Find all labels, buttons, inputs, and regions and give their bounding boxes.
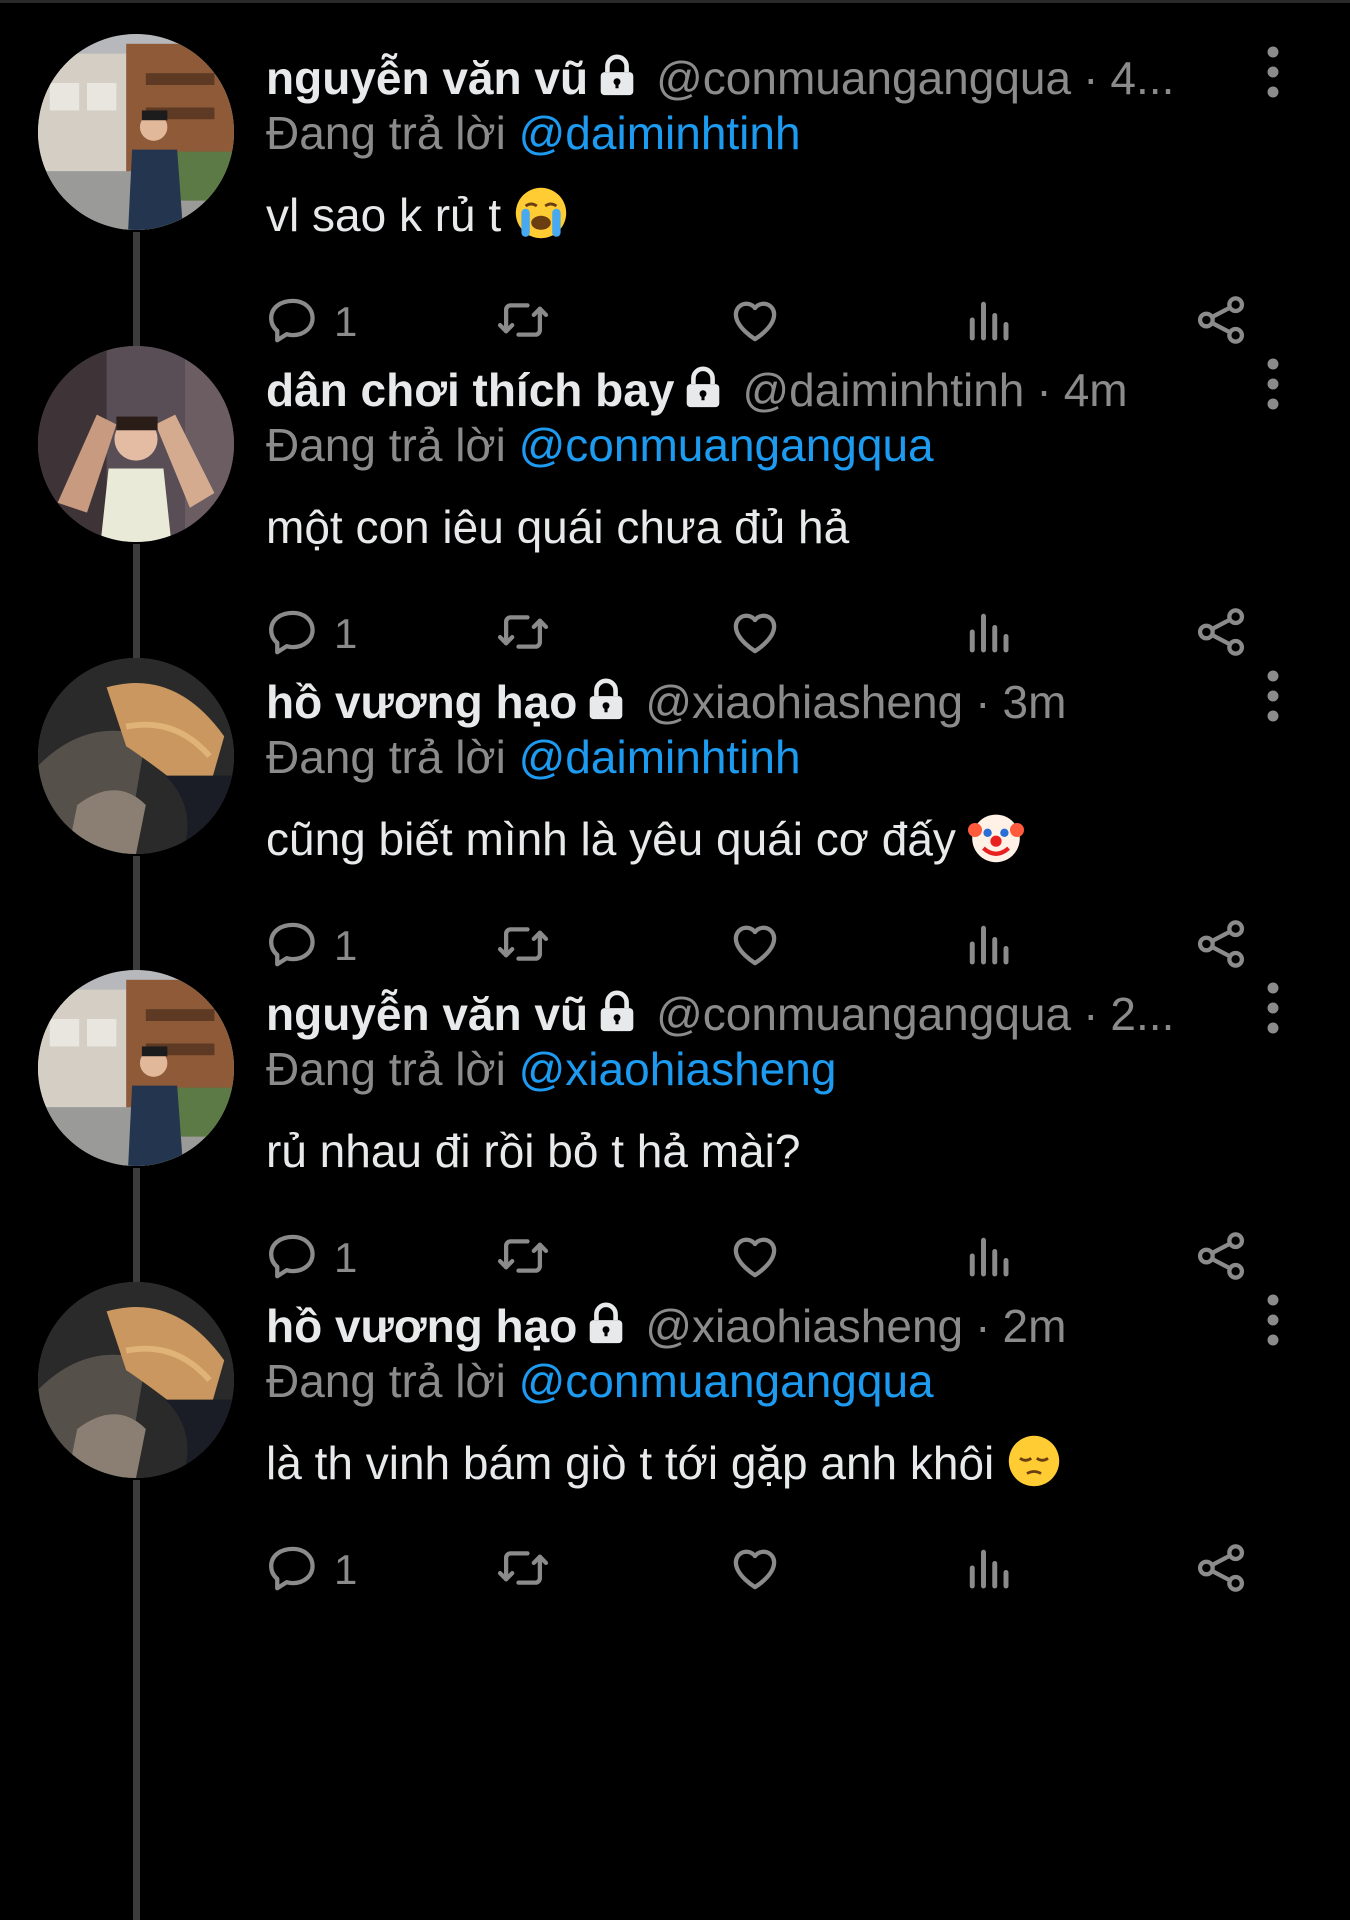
display-name[interactable]: nguyễn văn vũ xyxy=(266,988,588,1040)
views-button[interactable] xyxy=(961,1538,1015,1602)
tweet-text-content: là th vinh bám giò t tới gặp anh khôi xyxy=(266,1437,995,1489)
lock-icon xyxy=(583,1301,629,1347)
tweet-header: dân chơi thích bay @daiminhtinh · 4m xyxy=(266,360,1226,420)
tweet-text-content: rủ nhau đi rồi bỏ t hả mài? xyxy=(266,1125,801,1177)
avatar[interactable] xyxy=(38,970,234,1166)
replying-to-handle[interactable]: @conmuangangqua xyxy=(519,419,934,471)
retweet-icon xyxy=(496,1541,550,1600)
more-vertical-icon[interactable] xyxy=(1258,980,1288,1036)
replying-to: Đang trả lời @conmuangangqua xyxy=(266,1351,934,1411)
replying-to: Đang trả lời @xiaohiasheng xyxy=(266,1039,836,1099)
avatar[interactable] xyxy=(38,34,234,230)
separator-dot: · xyxy=(975,676,991,728)
retweet-button[interactable] xyxy=(496,1538,550,1602)
avatar[interactable] xyxy=(38,1282,234,1478)
tweet-text: là th vinh bám giò t tới gặp anh khôi xyxy=(266,1433,1062,1493)
like-button[interactable] xyxy=(728,1538,782,1602)
views-icon xyxy=(961,1541,1015,1600)
clown-face-emoji xyxy=(967,809,1024,865)
user-handle[interactable]: @conmuangangqua xyxy=(656,988,1071,1040)
lock-icon xyxy=(680,365,726,411)
tweet-header: hồ vương hạo @xiaohiasheng · 2m xyxy=(266,1296,1226,1356)
more-vertical-icon[interactable] xyxy=(1258,356,1288,412)
replying-to-label: Đang trả lời xyxy=(266,107,519,159)
separator-dot: · xyxy=(1083,52,1099,104)
lock-icon xyxy=(583,677,629,723)
reply-count: 1 xyxy=(334,1546,358,1593)
more-vertical-icon[interactable] xyxy=(1258,1292,1288,1348)
tweet-header: hồ vương hạo @xiaohiasheng · 3m xyxy=(266,672,1226,732)
tweet-header: nguyễn văn vũ @conmuangangqua · 2... xyxy=(266,984,1226,1044)
timestamp[interactable]: 2... xyxy=(1110,988,1174,1040)
reply-icon xyxy=(266,1541,320,1600)
timestamp[interactable]: 2m xyxy=(1002,1300,1066,1352)
like-icon xyxy=(728,1541,782,1600)
pensive-face-emoji xyxy=(1006,1433,1062,1489)
tweet-text-content: cũng biết mình là yêu quái cơ đấy xyxy=(266,813,956,865)
replying-to-label: Đang trả lời xyxy=(266,731,519,783)
tweet-text-content: vl sao k rủ t xyxy=(266,189,502,241)
share-icon xyxy=(1194,1541,1248,1600)
replying-to-label: Đang trả lời xyxy=(266,1355,519,1407)
reply-thread: nguyễn văn vũ @conmuangangqua · 4... Đang … xyxy=(0,0,1350,1920)
replying-to-handle[interactable]: @daiminhtinh xyxy=(519,107,801,159)
timestamp[interactable]: 3m xyxy=(1002,676,1066,728)
tweet-text: rủ nhau đi rồi bỏ t hả mài? xyxy=(266,1121,800,1181)
separator-dot: · xyxy=(975,1300,991,1352)
display-name[interactable]: nguyễn văn vũ xyxy=(266,52,588,104)
display-name[interactable]: hồ vương hạo xyxy=(266,676,577,728)
timestamp[interactable]: 4m xyxy=(1064,364,1128,416)
user-handle[interactable]: @conmuangangqua xyxy=(656,52,1071,104)
tweet-header: nguyễn văn vũ @conmuangangqua · 4... xyxy=(266,48,1226,108)
reply-button[interactable]: 1 xyxy=(266,1538,357,1602)
loudly-crying-face-emoji xyxy=(513,185,569,241)
timestamp[interactable]: 4... xyxy=(1110,52,1174,104)
action-bar: 1 xyxy=(266,1538,1266,1602)
user-handle[interactable]: @xiaohiasheng xyxy=(645,676,963,728)
replying-to-handle[interactable]: @conmuangangqua xyxy=(519,1355,934,1407)
replying-to: Đang trả lời @daiminhtinh xyxy=(266,727,801,787)
tweet-text: cũng biết mình là yêu quái cơ đấy xyxy=(266,809,1024,869)
replying-to: Đang trả lời @daiminhtinh xyxy=(266,103,801,163)
lock-icon xyxy=(594,53,640,99)
separator-dot: · xyxy=(1083,988,1099,1040)
replying-to-label: Đang trả lời xyxy=(266,1043,519,1095)
replying-to-label: Đang trả lời xyxy=(266,419,519,471)
user-handle[interactable]: @daiminhtinh xyxy=(742,364,1024,416)
display-name[interactable]: hồ vương hạo xyxy=(266,1300,577,1352)
user-handle[interactable]: @xiaohiasheng xyxy=(645,1300,963,1352)
replying-to-handle[interactable]: @daiminhtinh xyxy=(519,731,801,783)
avatar[interactable] xyxy=(38,658,234,854)
share-button[interactable] xyxy=(1194,1538,1248,1602)
lock-icon xyxy=(594,989,640,1035)
tweet[interactable]: hồ vương hạo @xiaohiasheng · 2m Đang trả l… xyxy=(0,1248,1350,1630)
tweet-text: vl sao k rủ t xyxy=(266,185,569,245)
replying-to: Đang trả lời @conmuangangqua xyxy=(266,415,934,475)
separator-dot: · xyxy=(1036,364,1052,416)
replying-to-handle[interactable]: @xiaohiasheng xyxy=(519,1043,837,1095)
tweet-text: một con iêu quái chưa đủ hả xyxy=(266,497,849,557)
tweet-text-content: một con iêu quái chưa đủ hả xyxy=(266,501,850,553)
more-vertical-icon[interactable] xyxy=(1258,44,1288,100)
more-vertical-icon[interactable] xyxy=(1258,668,1288,724)
avatar[interactable] xyxy=(38,346,234,542)
display-name[interactable]: dân chơi thích bay xyxy=(266,364,674,416)
